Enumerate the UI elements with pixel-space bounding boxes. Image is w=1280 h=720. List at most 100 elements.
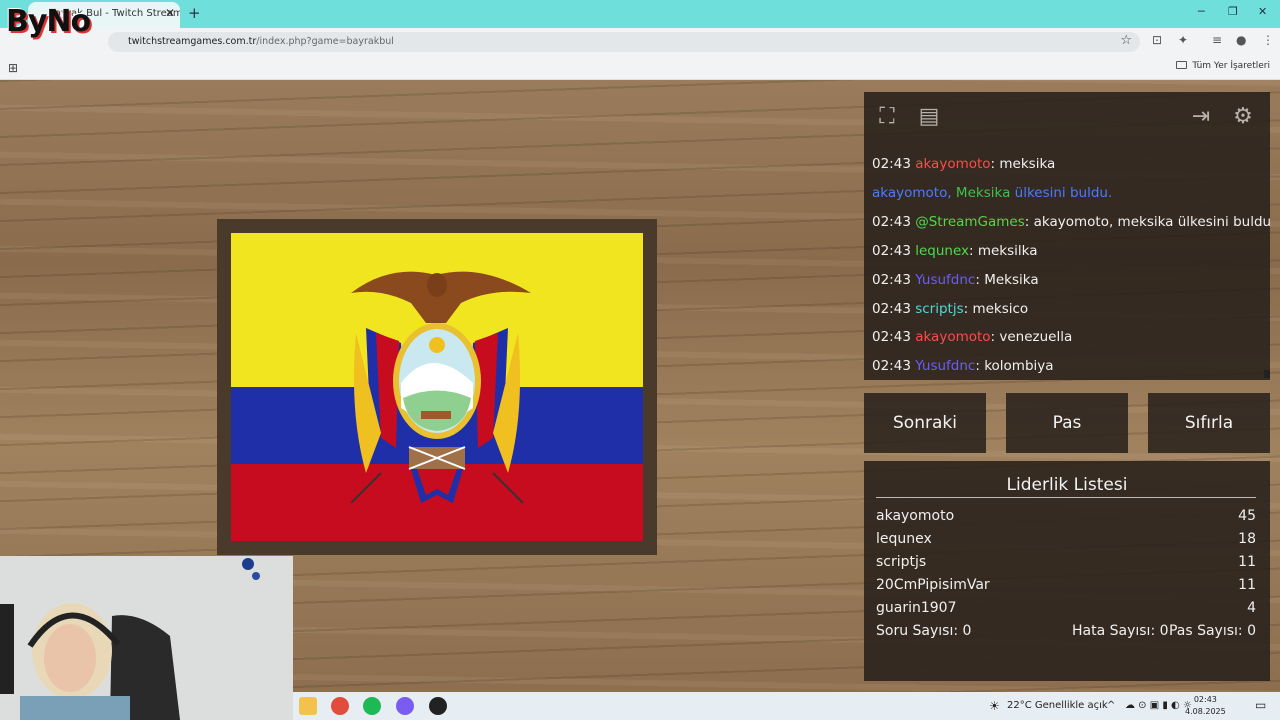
browser-tab-strip: Bayrak Bul - Twitch Stream Games ✕ + ─ ❐… [0, 0, 1280, 28]
tray-icons[interactable]: ☁ ⊙ ▣ ▮ ◐ ☼ [1125, 700, 1192, 711]
msg-user: akayomoto, [872, 185, 952, 201]
player-score: 4 [1247, 600, 1256, 616]
msg-time: 02:43 [872, 301, 911, 317]
error-count: Hata Sayısı: 0 [1072, 623, 1169, 639]
clock[interactable]: 02:43 4.08.2025 [1185, 694, 1226, 718]
reset-button[interactable]: Sıfırla [1148, 393, 1270, 453]
address-bar-area: twitchstreamgames.com.tr/index.php?game=… [0, 28, 1280, 56]
player-score: 45 [1238, 508, 1256, 524]
bookmark-star-icon[interactable]: ☆ [1120, 33, 1132, 48]
tab-close-icon[interactable]: ✕ [165, 6, 175, 20]
media-icon[interactable]: ≡ [1212, 33, 1222, 47]
msg-text: ülkesini buldu. [1010, 185, 1113, 201]
leaderboard-title: Liderlik Listesi [1006, 475, 1128, 495]
leaderboard-row: akayomoto 45 [876, 508, 1256, 528]
discord-icon[interactable] [396, 697, 414, 715]
url-domain: twitchstreamgames.com.tr [128, 36, 257, 47]
msg-text: : meksilka [969, 243, 1038, 259]
msg-user: akayomoto [915, 156, 991, 172]
bookmarks-label: Tüm Yer İşaretleri [1192, 61, 1270, 71]
player-name: 20CmPipisimVar [876, 577, 990, 593]
webcam-image [0, 556, 293, 720]
settings-gear-icon[interactable]: ⚙ [1228, 102, 1258, 132]
exit-icon[interactable]: ⇥ [1186, 102, 1216, 132]
pass-count: Pas Sayısı: 0 [1168, 623, 1256, 639]
notes-icon[interactable]: ▤ [914, 102, 944, 132]
question-count: Soru Sayısı: 0 [876, 623, 972, 639]
msg-time: 02:43 [872, 358, 911, 374]
profile-avatar-icon[interactable]: ● [1236, 33, 1246, 47]
msg-user: Yusufdnc [915, 358, 976, 374]
chat-message: 02:43 akayomoto: meksika [872, 156, 1055, 172]
leaderboard-row: scriptjs 11 [876, 554, 1256, 574]
msg-user: scriptjs [915, 301, 964, 317]
weather-text[interactable]: 22°C Genellikle açık [1007, 700, 1108, 711]
chat-message: 02:43 Yusufdnc: kolombiya [872, 358, 1054, 374]
chat-message: 02:43 @StreamGames: akayomoto, meksika ü… [872, 214, 1270, 230]
window-close-icon[interactable]: ✕ [1258, 5, 1267, 18]
chat-scrollbar[interactable] [1264, 370, 1270, 378]
msg-country: Meksika [951, 185, 1011, 201]
msg-text: : meksico [963, 301, 1029, 317]
msg-text: : Meksika [975, 272, 1039, 288]
fullscreen-icon[interactable]: ⛶ [872, 102, 902, 132]
msg-time: 02:43 [872, 243, 911, 259]
player-name: scriptjs [876, 554, 927, 570]
obs-icon[interactable] [429, 697, 447, 715]
leaderboard-panel: Liderlik Listesi akayomoto 45 lequnex 18 s… [864, 461, 1270, 681]
logo-text: ByNo [6, 4, 91, 39]
player-name: guarin1907 [876, 600, 957, 616]
extension-icon[interactable]: ⊡ [1152, 33, 1162, 47]
chat-message: 02:43 scriptjs: meksico [872, 301, 1028, 317]
msg-user: lequnex [915, 243, 969, 259]
stats-row: Soru Sayısı: 0 Hata Sayısı: 0 Pas Sayısı… [876, 623, 1256, 643]
restore-icon[interactable]: ❐ [1228, 5, 1238, 18]
notification-icon[interactable]: ▭ [1255, 698, 1266, 712]
leaderboard-row: guarin1907 4 [876, 600, 1256, 620]
chat-message: 02:43 akayomoto: venezuella [872, 329, 1072, 345]
spotify-icon[interactable] [363, 697, 381, 715]
msg-text: : meksika [990, 156, 1056, 172]
clock-time: 02:43 [1193, 695, 1217, 704]
url-field[interactable]: twitchstreamgames.com.tr/index.php?game=… [108, 32, 1140, 52]
clock-date: 4.08.2025 [1185, 707, 1226, 716]
msg-text: : akayomoto, meksika ülkesini buldu. [1024, 214, 1270, 230]
msg-text: : venezuella [990, 329, 1073, 345]
menu-icon[interactable]: ⋮ [1262, 33, 1274, 47]
all-bookmarks[interactable]: Tüm Yer İşaretleri [1176, 61, 1270, 71]
player-score: 18 [1238, 531, 1256, 547]
msg-user: Yusufdnc [915, 272, 976, 288]
webcam-overlay [0, 556, 293, 720]
chat-message: 02:43 Yusufdnc: Meksika [872, 272, 1039, 288]
flag-image [231, 233, 643, 541]
chrome-icon[interactable] [331, 697, 349, 715]
tray-chevron-icon[interactable]: ^ [1107, 700, 1115, 711]
player-score: 11 [1238, 554, 1256, 570]
chat-message: 02:43 lequnex: meksilka [872, 243, 1038, 259]
weather-icon[interactable]: ☀ [989, 699, 1000, 713]
taskbar: ☀ 22°C Genellikle açık ^ ☁ ⊙ ▣ ▮ ◐ ☼ 02:… [293, 692, 1280, 720]
msg-text: : kolombiya [975, 358, 1054, 374]
file-explorer-icon[interactable] [299, 697, 317, 715]
msg-user: @StreamGames [915, 214, 1025, 230]
msg-user: akayomoto [915, 329, 991, 345]
msg-time: 02:43 [872, 156, 911, 172]
streamer-logo: ByNo [6, 4, 91, 39]
bookmarks-bar: ⊞ Tüm Yer İşaretleri [0, 56, 1280, 80]
msg-time: 02:43 [872, 329, 911, 345]
player-name: akayomoto [876, 508, 955, 524]
msg-time: 02:43 [872, 272, 911, 288]
minimize-icon[interactable]: ─ [1198, 5, 1205, 18]
url-path: /index.php?game=bayrakbul [256, 36, 394, 47]
divider [876, 497, 1256, 498]
folder-icon [1176, 61, 1188, 69]
new-tab-icon[interactable]: + [188, 4, 201, 22]
leaderboard-row: lequnex 18 [876, 531, 1256, 551]
player-name: lequnex [876, 531, 932, 547]
chat-panel: ⛶ ▤ ⇥ ⚙ 02:43 akayomoto: meksika akayomo… [864, 92, 1270, 380]
pass-button[interactable]: Pas [1006, 393, 1128, 453]
msg-time: 02:43 [872, 214, 911, 230]
puzzle-icon[interactable]: ✦ [1178, 33, 1188, 47]
next-button[interactable]: Sonraki [864, 393, 986, 453]
apps-grid-icon[interactable]: ⊞ [8, 61, 18, 75]
